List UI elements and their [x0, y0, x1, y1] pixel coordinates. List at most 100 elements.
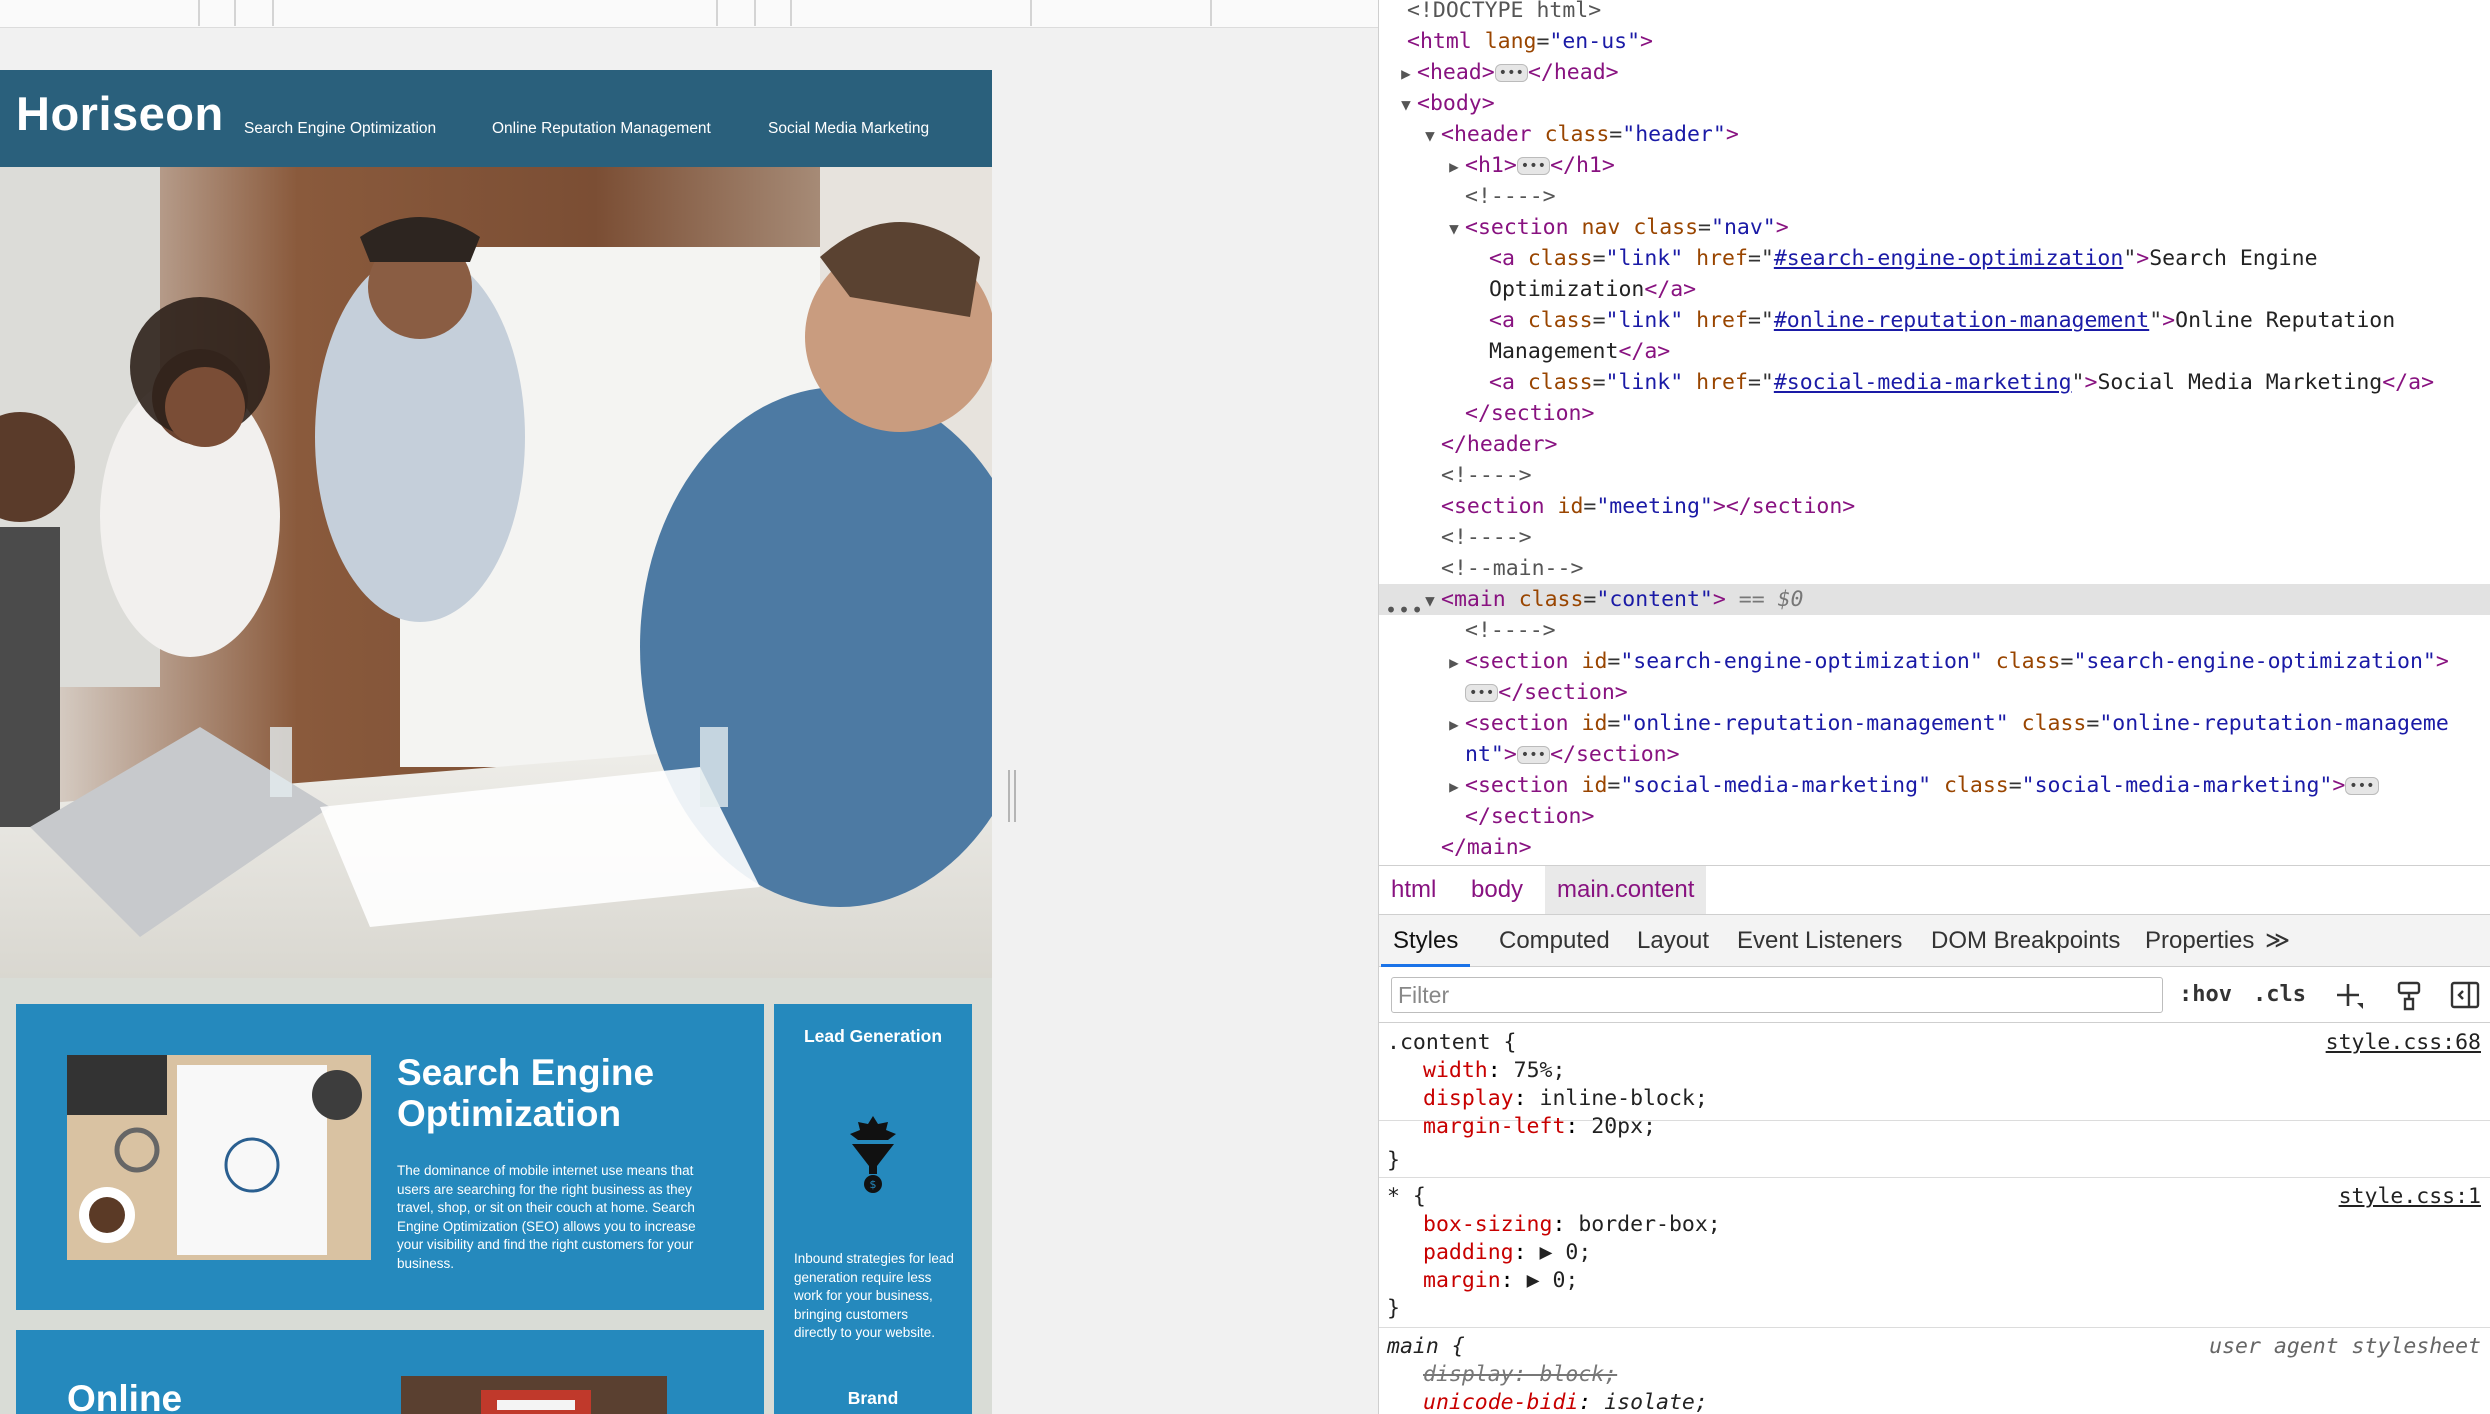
dom-node-a-smm[interactable]: <a class="link" href="#social-media-mark… — [1379, 367, 2434, 398]
breadcrumb-body[interactable]: body — [1459, 866, 1535, 914]
dom-node-comment[interactable]: <!----> — [1379, 460, 1532, 491]
dom-node-section-seo-cont[interactable]: ••• </section> — [1379, 677, 1628, 708]
dom-node-a-seo-cont[interactable]: Optimization</a> — [1379, 274, 1696, 305]
dom-node-main-selected[interactable]: ▼ <main class="content"> == $0 — [1379, 584, 2490, 615]
property-name: display — [1423, 1362, 1514, 1387]
site-logo[interactable]: Horiseon — [16, 86, 224, 141]
style-property[interactable]: unicode-bidi: isolate; — [1423, 1389, 1708, 1414]
nav-link-smm[interactable]: Social Media Marketing — [768, 120, 929, 138]
dom-node-body[interactable]: ▼ <body> — [1379, 88, 1495, 119]
dom-node-section-orm-cont[interactable]: nt"> ••• </section> — [1379, 739, 1680, 770]
attr-name: lang — [1484, 29, 1537, 54]
tab-layout[interactable]: Layout — [1625, 915, 1721, 967]
lead-generation-body: Inbound strategies for lead generation r… — [794, 1251, 954, 1340]
styles-filter-input[interactable] — [1391, 977, 2163, 1013]
property-value[interactable]: ▶ 0; — [1540, 1240, 1592, 1265]
collapse-triangle-icon[interactable]: ▼ — [1443, 213, 1465, 244]
tab-dom-breakpoints[interactable]: DOM Breakpoints — [1919, 915, 2132, 967]
dom-node-a-seo[interactable]: <a class="link" href="#search-engine-opt… — [1379, 243, 2318, 274]
dom-node-h1[interactable]: ▶ <h1> ••• </h1> — [1379, 150, 1615, 181]
style-property[interactable]: padding: ▶ 0; — [1423, 1239, 1591, 1267]
hov-toggle-button[interactable]: :hov — [2179, 977, 2232, 1013]
rule-divider — [1379, 1177, 2490, 1178]
tab-computed[interactable]: Computed — [1487, 915, 1622, 967]
nav-link-orm[interactable]: Online Reputation Management — [492, 120, 711, 138]
dom-node-section-nav[interactable]: ▼ <section nav class="nav"> — [1379, 212, 1789, 243]
styles-rules-pane: .content { style.css:68 width: 75%; disp… — [1379, 1023, 2490, 1414]
dom-node-section-smm-close[interactable]: </section> — [1379, 801, 1594, 832]
collapsed-ellipsis-icon[interactable]: ••• — [1516, 157, 1551, 175]
dom-node-header-close[interactable]: </header> — [1379, 429, 1558, 460]
dom-node-head[interactable]: ▶ <head> ••• </head> — [1379, 57, 1619, 89]
style-property[interactable]: box-sizing: border-box; — [1423, 1211, 1721, 1239]
dom-node-section-meeting[interactable]: <section id="meeting"></section> — [1379, 491, 1855, 522]
style-property-overridden[interactable]: display: block; — [1423, 1361, 1617, 1389]
new-style-rule-icon[interactable] — [2333, 979, 2365, 1011]
attr-value: "en-us" — [1549, 29, 1641, 54]
dom-node-main-close[interactable]: </main> — [1379, 832, 1532, 863]
dom-node-comment-main[interactable]: <!--main--> — [1379, 553, 1583, 584]
dom-node-a-orm[interactable]: <a class="link" href="#online-reputation… — [1379, 305, 2395, 336]
nav-link-seo[interactable]: Search Engine Optimization — [244, 120, 436, 138]
attr-name: class — [1943, 773, 2009, 798]
attr-name: href — [1696, 370, 1748, 395]
property-value[interactable]: ▶ 0; — [1527, 1268, 1579, 1293]
more-tabs-icon[interactable]: ≫ — [2253, 915, 2302, 967]
rule-selector[interactable]: * { — [1387, 1183, 1426, 1211]
property-value[interactable]: 75%; — [1514, 1058, 1566, 1083]
styles-toolbar: :hov .cls — [1379, 967, 2490, 1023]
brand-awareness-title: Brand — [847, 1388, 899, 1408]
style-property[interactable]: width: 75%; — [1423, 1057, 1565, 1085]
dom-node-section-close[interactable]: </section> — [1379, 398, 1594, 429]
dom-node-header[interactable]: ▼ <header class="header"> — [1379, 119, 1739, 150]
paint-brush-icon[interactable] — [2393, 979, 2425, 1011]
rule-source-link[interactable]: style.css:68 — [2326, 1029, 2481, 1057]
tab-styles[interactable]: Styles — [1381, 915, 1471, 967]
style-property[interactable]: display: inline-block; — [1423, 1085, 1708, 1113]
expand-triangle-icon[interactable]: ▶ — [1443, 151, 1465, 182]
cls-toggle-button[interactable]: .cls — [2253, 977, 2306, 1013]
rule-selector[interactable]: .content { — [1387, 1029, 1516, 1057]
tag-head-close: </head> — [1527, 60, 1619, 85]
style-property[interactable]: margin: ▶ 0; — [1423, 1267, 1578, 1295]
expand-triangle-icon[interactable]: ▶ — [1443, 771, 1465, 802]
breadcrumb-main-content[interactable]: main.content — [1545, 866, 1707, 914]
dom-node-a-orm-cont[interactable]: Management</a> — [1379, 336, 1670, 367]
breadcrumb-html[interactable]: html — [1379, 866, 1448, 914]
toggle-sidebar-icon[interactable] — [2449, 979, 2481, 1011]
dom-node-section-orm[interactable]: ▶ <section id="online-reputation-manageme… — [1379, 708, 2449, 739]
seo-title: Search Engine Optimization — [397, 1052, 655, 1134]
rule-source-link[interactable]: style.css:1 — [2339, 1183, 2481, 1211]
style-property[interactable]: margin-left: 20px; — [1423, 1113, 1656, 1141]
toolbar-divider — [790, 0, 792, 26]
dom-node-comment[interactable]: <!----> — [1379, 522, 1532, 553]
dom-node-doctype[interactable]: <!DOCTYPE html> — [1379, 0, 1601, 26]
style-rule-content[interactable]: .content { style.css:68 width: 75%; disp… — [1379, 1023, 2490, 1139]
tag-a-close: </a> — [1618, 339, 1671, 364]
expand-triangle-icon[interactable]: ▶ — [1443, 647, 1465, 678]
collapsed-ellipsis-icon[interactable]: ••• — [2345, 777, 2379, 795]
collapse-triangle-icon[interactable]: ▼ — [1419, 120, 1441, 151]
property-value[interactable]: inline-block; — [1540, 1086, 1708, 1111]
expand-triangle-icon[interactable]: ▶ — [1395, 58, 1417, 89]
href-link[interactable]: #search-engine-optimization — [1774, 246, 2124, 271]
collapsed-ellipsis-icon[interactable]: ••• — [1465, 684, 1499, 702]
dom-node-html[interactable]: <html lang="en-us"> — [1379, 26, 1653, 57]
tab-properties[interactable]: Properties — [2133, 915, 2266, 967]
href-link[interactable]: #social-media-marketing — [1774, 370, 2072, 395]
tab-event-listeners[interactable]: Event Listeners — [1725, 915, 1914, 967]
dom-node-comment[interactable]: <!----> — [1379, 181, 1556, 212]
dom-node-comment[interactable]: <!----> — [1379, 615, 1556, 646]
rule-selector[interactable]: main { — [1387, 1333, 1465, 1361]
dom-node-section-smm[interactable]: ▶ <section id="social-media-marketing" cl… — [1379, 770, 2379, 801]
collapse-triangle-icon[interactable]: ▼ — [1395, 89, 1417, 120]
href-link[interactable]: #online-reputation-management — [1774, 308, 2149, 333]
collapsed-ellipsis-icon[interactable]: ••• — [1494, 64, 1528, 82]
viewport-resize-handle[interactable] — [1008, 770, 1016, 822]
property-value[interactable]: border-box; — [1578, 1212, 1720, 1237]
expand-triangle-icon[interactable]: ▶ — [1443, 709, 1465, 740]
collapsed-ellipsis-icon[interactable]: ••• — [1516, 746, 1551, 764]
browser-toolbar-strip — [0, 0, 1378, 28]
property-value[interactable]: 20px; — [1591, 1114, 1656, 1139]
dom-node-section-seo[interactable]: ▶ <section id="search-engine-optimization… — [1379, 646, 2449, 677]
